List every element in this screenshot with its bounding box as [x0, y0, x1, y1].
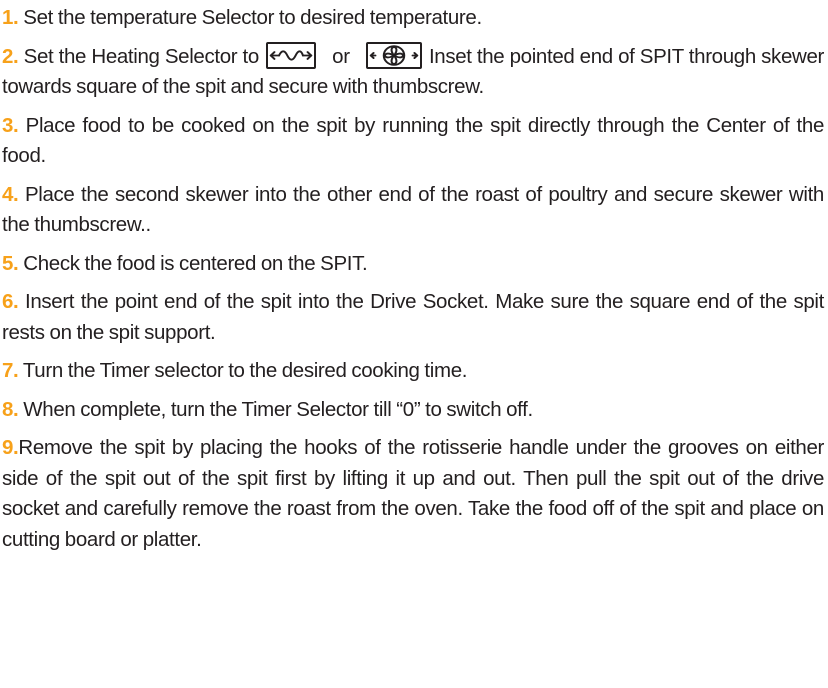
step-number: 5.: [2, 251, 19, 275]
step-5: 5. Check the food is centered on the SPI…: [2, 249, 824, 280]
step-text: Turn the Timer selector to the desired c…: [22, 359, 468, 382]
step-7: 7. Turn the Timer selector to the desire…: [2, 356, 824, 387]
step-2: 2. Set the Heating Selector to or Inset …: [2, 41, 824, 103]
step-4: 4. Place the second skewer into the othe…: [2, 180, 824, 241]
step-number: 9.: [2, 436, 19, 459]
step-text: Check the food is centered on the SPIT.: [23, 251, 368, 275]
step-1: 1. Set the temperature Selector to desir…: [2, 3, 824, 34]
step-text: Insert the point end of the spit into th…: [2, 290, 824, 344]
step-number: 8.: [2, 397, 19, 421]
step-number: 7.: [2, 359, 19, 382]
step-3: 3. Place food to be cooked on the spit b…: [2, 111, 824, 172]
step-text: Place the second skewer into the other e…: [2, 182, 824, 237]
or-text: or: [332, 44, 350, 68]
step-number: 2.: [2, 44, 19, 68]
step-number: 4.: [2, 182, 19, 206]
step-number: 1.: [2, 6, 19, 29]
heating-element-icon: [266, 41, 317, 69]
step-6: 6. Insert the point end of the spit into…: [2, 287, 824, 348]
step-8: 8. When complete, turn the Timer Selecto…: [2, 395, 824, 426]
convection-fan-icon: [365, 41, 422, 69]
step-text: When complete, turn the Timer Selector t…: [23, 397, 533, 421]
step-number: 6.: [2, 290, 19, 313]
instructions-page: 1. Set the temperature Selector to desir…: [0, 0, 828, 688]
step-text: Place food to be cooked on the spit by r…: [2, 113, 824, 168]
step-text: Set the Heating Selector to: [23, 44, 260, 68]
step-9: 9.Remove the spit by placing the hooks o…: [2, 433, 824, 555]
step-number: 3.: [2, 113, 19, 137]
step-text: Set the temperature Selector to desired …: [23, 6, 482, 29]
step-text: Remove the spit by placing the hooks of …: [2, 436, 824, 551]
